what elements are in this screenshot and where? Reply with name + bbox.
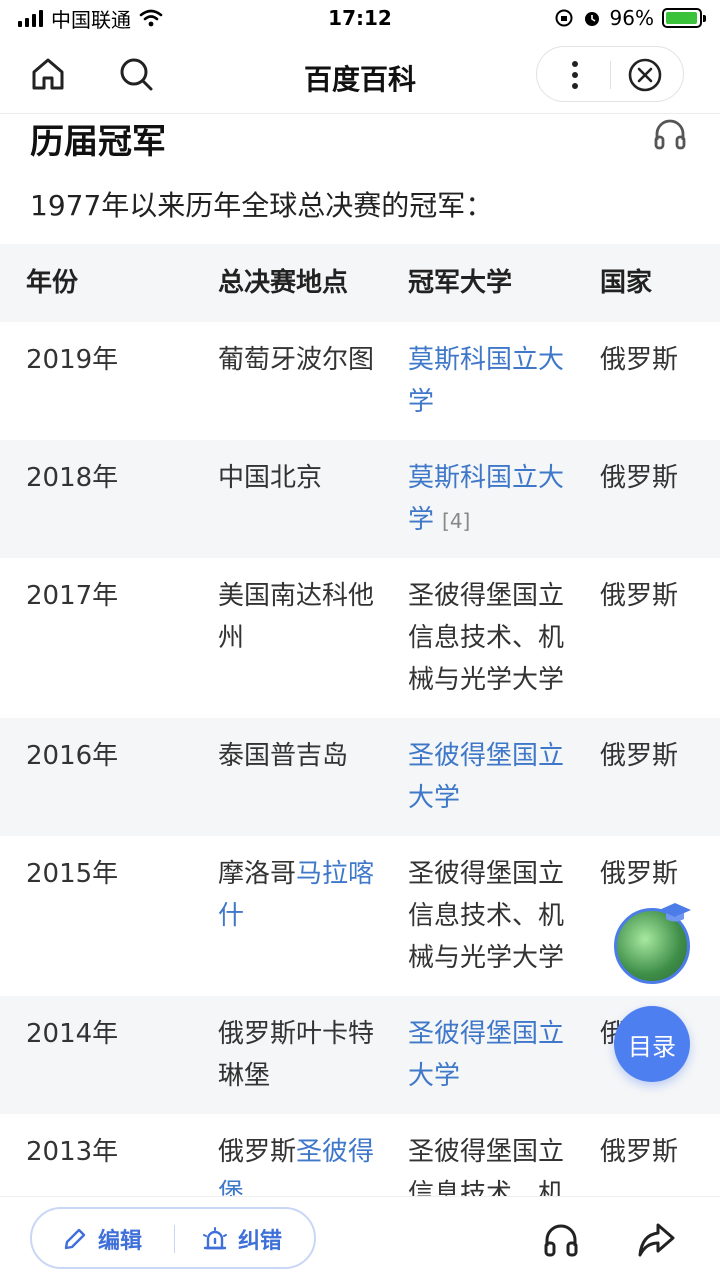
- table-header: 年份 总决赛地点 冠军大学 国家: [0, 244, 720, 322]
- status-left: 中国联通: [18, 4, 278, 33]
- cell-location: 中国北京: [218, 457, 394, 499]
- table-body: 2019年 葡萄牙波尔图 莫斯科国立大学 俄罗斯 2018年 中国北京 莫斯科国立大学 [4]…: [0, 322, 720, 1204]
- cell-country: 俄罗斯: [600, 581, 679, 611]
- pill-divider: [174, 1225, 175, 1253]
- cell-country: 俄罗斯: [600, 345, 679, 375]
- cell-location: 泰国普吉岛: [218, 735, 394, 777]
- cell-year: 2019年: [26, 345, 119, 375]
- champion-link[interactable]: 圣彼得堡国立大学: [408, 741, 564, 813]
- cell-location: 俄罗斯叶卡特琳堡: [218, 1013, 394, 1097]
- reference-marker[interactable]: [4]: [442, 509, 470, 533]
- toc-button[interactable]: 目录: [614, 1006, 690, 1082]
- status-right: 96%: [442, 6, 706, 30]
- capsule-divider: [610, 61, 611, 89]
- cell-location: 摩洛哥马拉喀什: [218, 853, 394, 937]
- bottom-bar: 编辑 纠错: [0, 1196, 720, 1280]
- cell-location: 俄罗斯圣彼得堡: [218, 1131, 394, 1204]
- pencil-icon: [64, 1228, 86, 1250]
- share-arrow-icon[interactable]: [636, 1221, 676, 1259]
- champion-link[interactable]: 圣彼得堡国立大学: [408, 1019, 564, 1091]
- location-text: 葡萄牙波尔图: [218, 345, 375, 375]
- nav-bar: 百度百科: [0, 36, 720, 114]
- close-circle-icon[interactable]: [627, 57, 663, 93]
- fix-button[interactable]: 纠错: [202, 1221, 282, 1257]
- orientation-lock-icon: [555, 9, 573, 27]
- fix-label: 纠错: [238, 1229, 283, 1254]
- more-button[interactable]: [551, 55, 599, 95]
- location-text: 俄罗斯叶卡特琳堡: [218, 1019, 375, 1091]
- table-row: 2018年 中国北京 莫斯科国立大学 [4] 俄罗斯: [0, 440, 720, 558]
- cell-year: 2017年: [26, 581, 119, 611]
- cell-champion: 圣彼得堡国立大学: [408, 735, 584, 819]
- cell-year: 2018年: [26, 463, 119, 493]
- header-year: 年份: [26, 268, 79, 298]
- header-country: 国家: [600, 268, 653, 298]
- location-text: 泰国普吉岛: [218, 741, 349, 771]
- champion-text: 圣彼得堡国立信息技术、机械与光学大学: [408, 859, 565, 973]
- edit-button[interactable]: 编辑: [62, 1221, 142, 1257]
- status-time: 17:12: [328, 6, 392, 30]
- cell-year: 2016年: [26, 741, 119, 771]
- cell-champion: 莫斯科国立大学 [4]: [408, 457, 584, 542]
- battery-fill: [666, 12, 697, 24]
- edit-fix-pill: 编辑 纠错: [30, 1207, 316, 1269]
- cell-champion: 圣彼得堡国立信息技术、机械与光学大学: [408, 1131, 584, 1204]
- edit-label: 编辑: [98, 1229, 143, 1254]
- more-vertical-icon: [572, 61, 578, 89]
- cell-champion: 莫斯科国立大学: [408, 339, 584, 423]
- champion-text: 圣彼得堡国立信息技术、机械与光学大学: [408, 581, 565, 695]
- table-row: 2016年 泰国普吉岛 圣彼得堡国立大学 俄罗斯: [0, 718, 720, 836]
- table-row: 2019年 葡萄牙波尔图 莫斯科国立大学 俄罗斯: [0, 322, 720, 440]
- champion-link[interactable]: 莫斯科国立大学: [408, 463, 564, 535]
- header-champion: 冠军大学: [408, 268, 513, 298]
- headphone-icon[interactable]: [542, 1221, 580, 1259]
- battery-icon: [662, 8, 706, 28]
- status-bar: 中国联通 17:12 96%: [0, 0, 720, 36]
- home-icon[interactable]: [28, 54, 68, 94]
- champions-table: 年份 总决赛地点 冠军大学 国家 2019年 葡萄牙波尔图 莫斯科国立大学 俄罗斯 20…: [0, 244, 720, 1204]
- section-intro: 1977年以来历年全球总决赛的冠军：: [30, 189, 494, 222]
- cell-location: 美国南达科他州: [218, 575, 394, 659]
- location-text: 摩洛哥: [218, 859, 297, 889]
- cell-champion: 圣彼得堡国立大学: [408, 1013, 584, 1097]
- graduation-cap-icon: [659, 903, 691, 922]
- assistant-avatar[interactable]: [614, 903, 691, 984]
- location-text: 美国南达科他州: [218, 581, 375, 653]
- miniapp-capsule: [536, 46, 684, 102]
- cell-champion: 圣彼得堡国立信息技术、机械与光学大学: [408, 853, 584, 979]
- cell-year: 2013年: [26, 1137, 119, 1167]
- cell-year: 2015年: [26, 859, 119, 889]
- champion-link[interactable]: 莫斯科国立大学: [408, 345, 564, 417]
- header-location: 总决赛地点: [218, 268, 349, 298]
- table-row: 2015年 摩洛哥马拉喀什 圣彼得堡国立信息技术、机械与光学大学 俄罗斯: [0, 836, 720, 996]
- signal-icon: [18, 9, 43, 27]
- alarm-clock-icon: [584, 12, 599, 26]
- cell-champion: 圣彼得堡国立信息技术、机械与光学大学: [408, 575, 584, 701]
- champion-text: 圣彼得堡国立信息技术、机械与光学大学: [408, 1137, 565, 1204]
- headphone-icon[interactable]: [652, 116, 688, 152]
- cell-country: 俄罗斯: [600, 859, 679, 889]
- cell-country: 俄罗斯: [600, 741, 679, 771]
- section-title: 历届冠军: [30, 122, 166, 162]
- table-row: 2017年 美国南达科他州 圣彼得堡国立信息技术、机械与光学大学 俄罗斯: [0, 558, 720, 718]
- cell-year: 2014年: [26, 1019, 119, 1049]
- table-row: 2013年 俄罗斯圣彼得堡圣彼得堡国立信息技术、机械与光学大学 俄罗斯: [0, 1114, 720, 1204]
- cell-location: 葡萄牙波尔图: [218, 339, 394, 381]
- table-row: 2014年俄罗斯叶卡特琳堡圣彼得堡国立大学俄罗斯: [0, 996, 720, 1114]
- cell-country: 俄罗斯: [600, 1137, 679, 1167]
- location-text: 俄罗斯: [218, 1137, 297, 1167]
- alarm-bell-icon: [203, 1227, 227, 1250]
- location-text: 中国北京: [218, 463, 323, 493]
- wifi-icon: [139, 9, 163, 27]
- battery-percent: 96%: [609, 6, 654, 30]
- carrier-label: 中国联通: [51, 7, 131, 32]
- search-icon[interactable]: [116, 54, 156, 94]
- cell-country: 俄罗斯: [600, 463, 679, 493]
